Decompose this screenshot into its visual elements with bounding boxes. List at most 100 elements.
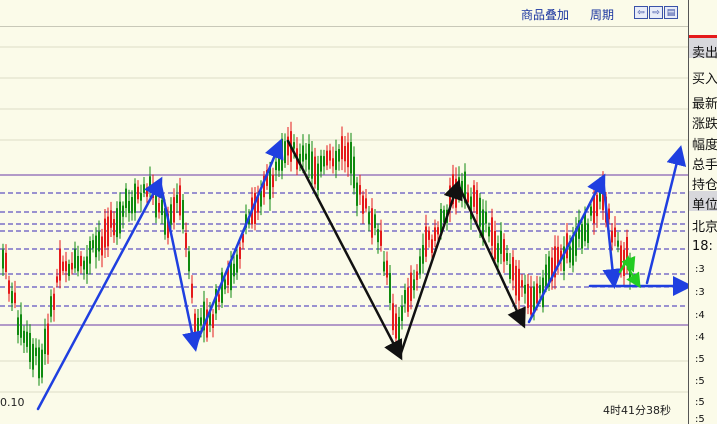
- candle-body: [191, 283, 193, 298]
- candle-body: [131, 197, 133, 214]
- candle-body: [383, 261, 385, 272]
- side-num: :4: [695, 310, 705, 321]
- period-link[interactable]: 周期: [590, 6, 614, 23]
- chart-toolbar: 商品叠加 周期 ⇦ ⇨ ▤: [0, 0, 688, 27]
- candle-body: [317, 163, 319, 191]
- side-num: :3: [695, 287, 705, 298]
- candle-body: [272, 174, 274, 188]
- candle-body: [509, 264, 511, 279]
- side-num: :5: [695, 397, 705, 408]
- side-row-volume: 总手: [692, 158, 717, 173]
- candle-body: [11, 291, 13, 304]
- candle-body: [26, 331, 28, 347]
- next-arrow-icon[interactable]: ⇨: [649, 6, 663, 19]
- candle-body: [65, 261, 67, 272]
- candle-body: [68, 263, 70, 276]
- candle-body: [587, 223, 589, 243]
- candle-body: [308, 143, 310, 170]
- candle-body: [302, 145, 304, 162]
- candle-body: [278, 147, 280, 171]
- candle-body: [47, 323, 49, 355]
- candle-body: [254, 192, 256, 224]
- candle-body: [428, 230, 430, 240]
- menu-icon[interactable]: ▤: [664, 6, 678, 19]
- candle-body: [179, 185, 181, 216]
- candle-body: [524, 284, 526, 294]
- side-row-range: 幅度: [692, 138, 717, 153]
- chart-area[interactable]: 商品叠加 周期 ⇦ ⇨ ▤ 0.10 4时41分38秒: [0, 0, 688, 424]
- candle-body: [80, 255, 82, 267]
- candle-body: [8, 280, 10, 294]
- candle-body: [17, 317, 19, 335]
- candle-body: [233, 263, 235, 277]
- candle-body: [479, 197, 481, 227]
- candle-body: [239, 247, 241, 259]
- candle-body: [2, 249, 4, 269]
- candle-body: [620, 245, 622, 270]
- side-row-time: 18:: [692, 239, 713, 254]
- candle-body: [92, 240, 94, 249]
- candle-body: [329, 150, 331, 161]
- candle-body: [14, 292, 16, 304]
- candle-body: [212, 314, 214, 328]
- candle-body: [518, 268, 520, 301]
- candle-body: [158, 202, 160, 213]
- candle-body: [86, 256, 88, 275]
- candle-body: [581, 224, 583, 249]
- prev-arrow-icon[interactable]: ⇦: [634, 6, 648, 19]
- candle-body: [143, 184, 145, 193]
- candle-body: [236, 254, 238, 273]
- candle-body: [539, 285, 541, 294]
- candle-body: [284, 141, 286, 164]
- candle-body: [401, 305, 403, 321]
- candle-body: [200, 317, 202, 326]
- candle-body: [56, 276, 58, 283]
- candle-body: [398, 316, 400, 341]
- candle-body: [323, 156, 325, 167]
- candle-body: [50, 296, 52, 317]
- candle-body: [431, 239, 433, 253]
- candle-body: [407, 287, 409, 312]
- side-num: :4: [695, 332, 705, 343]
- candle-body: [488, 226, 490, 237]
- candle-body: [590, 206, 592, 216]
- candlesticks: [2, 121, 631, 386]
- candle-body: [362, 195, 364, 214]
- candle-body: [119, 201, 121, 234]
- candle-body: [392, 303, 394, 331]
- price-chart[interactable]: [0, 27, 688, 424]
- candle-body: [128, 200, 130, 214]
- countdown-label: 4时41分38秒: [603, 404, 671, 417]
- quote-side-panel: 卖出 买入 最新 涨跌 幅度 总手 持仓 单位 北京 18: :3 :3 :4 …: [688, 0, 717, 424]
- candle-body: [485, 211, 487, 224]
- trend-up-5: [645, 145, 687, 285]
- candle-body: [125, 188, 127, 208]
- candle-body: [467, 192, 469, 203]
- candle-body: [134, 183, 136, 213]
- candle-body: [413, 279, 415, 291]
- candle-body: [173, 197, 175, 223]
- side-row-latest: 最新: [692, 97, 717, 112]
- candle-body: [269, 167, 271, 200]
- candle-body: [596, 194, 598, 217]
- candle-body: [527, 283, 529, 309]
- low-price-label: 0.10: [0, 396, 25, 409]
- side-num: :5: [695, 376, 705, 387]
- candle-body: [194, 313, 196, 335]
- candle-body: [188, 251, 190, 272]
- candle-body: [197, 317, 199, 337]
- overlay-link[interactable]: 商品叠加: [521, 6, 569, 23]
- candle-body: [353, 156, 355, 189]
- candle-body: [536, 283, 538, 304]
- candle-body: [170, 204, 172, 225]
- candle-body: [476, 190, 478, 215]
- candle-body: [35, 347, 37, 357]
- candle-body: [494, 230, 496, 260]
- trend-up-3: [398, 179, 463, 358]
- candle-body: [287, 136, 289, 156]
- candle-body: [320, 155, 322, 172]
- candle-body: [20, 314, 22, 338]
- candle-body: [5, 252, 7, 272]
- candle-body: [434, 227, 436, 241]
- candle-body: [77, 256, 79, 272]
